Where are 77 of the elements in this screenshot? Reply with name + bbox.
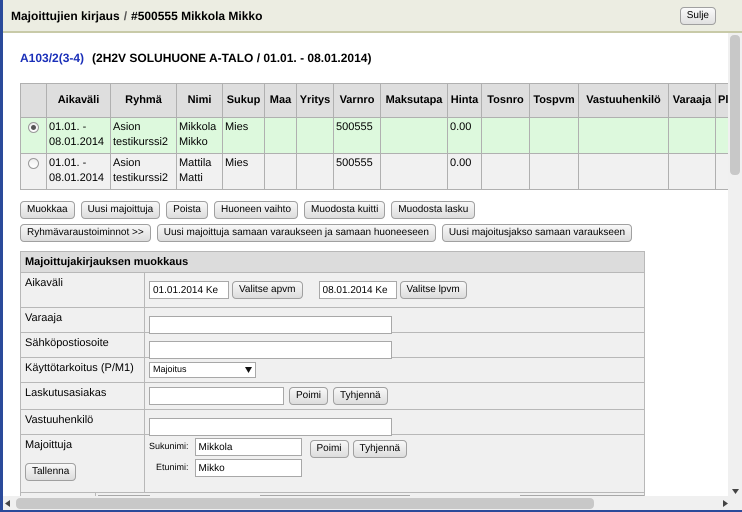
- scrollbar-thumb[interactable]: [16, 498, 594, 508]
- room-link[interactable]: A103/2(3-4): [20, 49, 84, 67]
- column-header: Vastuuhenkilö: [586, 94, 661, 106]
- scroll-down-icon[interactable]: [732, 489, 738, 494]
- column-header: Pl: [718, 94, 728, 106]
- form-button[interactable]: Poimi: [310, 440, 349, 458]
- window-subtitle: #500555 Mikkola Mikko: [131, 8, 262, 24]
- table-cell: 500555: [336, 157, 373, 169]
- input-field[interactable]: 01.01.2014 Ke: [149, 281, 229, 299]
- input-field[interactable]: 08.01.2014 Ke: [318, 281, 397, 299]
- field-label: Käyttötarkoitus (P/M1): [25, 361, 135, 376]
- form-button[interactable]: Tyhjennä: [333, 387, 388, 405]
- column-header: Sukup: [226, 94, 260, 106]
- horizontal-scrollbar[interactable]: [3, 496, 742, 512]
- field-label: Majoittuja: [25, 438, 74, 453]
- table-cell: 500555: [336, 121, 373, 133]
- form-button[interactable]: Uusi majoitusjakso samaan varaukseen: [442, 224, 632, 242]
- radio-button[interactable]: [28, 158, 39, 169]
- column-header: Hinta: [450, 94, 478, 106]
- field-label: Varaaja: [25, 311, 64, 326]
- table-cell: 01.01. - 08.01.2014: [49, 121, 104, 148]
- scroll-right-icon[interactable]: [723, 500, 728, 506]
- field-label: Sähköpostiosoite: [25, 336, 110, 351]
- table-cell: Mies: [225, 157, 248, 169]
- form-button[interactable]: Valitse lpvm: [400, 281, 467, 299]
- form-button[interactable]: Ryhmävaraustoiminnot >>: [20, 224, 151, 242]
- field-label: Laskutusasiakas: [25, 386, 108, 401]
- column-header: Tospvm: [533, 94, 575, 106]
- form-button[interactable]: Tallenna: [25, 463, 76, 481]
- vertical-scrollbar[interactable]: [728, 33, 742, 496]
- input-field[interactable]: [149, 340, 392, 358]
- table-cell: Mattila Matti: [179, 157, 212, 184]
- form-button[interactable]: Huoneen vaihto: [214, 201, 298, 219]
- form-button[interactable]: Poista: [166, 201, 208, 219]
- title-separator: /: [124, 8, 128, 24]
- form-button[interactable]: Uusi majoittuja samaan varaukseen ja samaan huoneeseen: [156, 224, 436, 242]
- select-field[interactable]: Majoitus: [149, 362, 256, 378]
- field-label: Vastuuhenkilö: [25, 413, 94, 428]
- room-description: (2H2V SOLUHUONE A-TALO / 01.01. - 08.01.2014): [92, 50, 372, 67]
- table-cell: Mikkola Mikko: [179, 121, 216, 148]
- table-cell: Asion testikurssi2: [113, 157, 168, 184]
- column-header: Varnro: [340, 94, 374, 106]
- column-header: Yritys: [300, 94, 330, 106]
- panel-title: Majoittujakirjauksen muokkaus: [21, 252, 644, 272]
- column-header: Maksutapa: [386, 94, 442, 106]
- column-header: Ryhmä: [125, 94, 162, 106]
- input-field[interactable]: [149, 316, 392, 334]
- scrollbar-thumb[interactable]: [730, 35, 740, 175]
- table-cell: Mies: [225, 121, 248, 133]
- column-header: Maa: [270, 94, 292, 106]
- column-header: Nimi: [188, 94, 212, 106]
- form-button[interactable]: Muodosta lasku: [391, 201, 476, 219]
- dropdown-arrow-icon: [245, 367, 252, 373]
- table-cell: Asion testikurssi2: [113, 121, 168, 148]
- radio-button[interactable]: [28, 122, 39, 133]
- table-cell: 0.00: [450, 157, 472, 169]
- window-title: Majoittujien kirjaus: [11, 8, 120, 24]
- input-field[interactable]: Mikko: [194, 459, 302, 477]
- input-field[interactable]: [149, 418, 392, 436]
- input-field[interactable]: Mikkola: [194, 438, 302, 456]
- table-cell: 01.01. - 08.01.2014: [49, 157, 104, 184]
- form-button[interactable]: Poimi: [289, 387, 328, 405]
- input-field[interactable]: [149, 387, 284, 405]
- column-header: Tosnro: [487, 94, 524, 106]
- table-cell: 0.00: [450, 121, 472, 133]
- field-label: Sukunimi:: [149, 440, 189, 454]
- column-header: Aikaväli: [58, 94, 100, 106]
- close-button[interactable]: Sulje: [680, 6, 716, 24]
- form-button[interactable]: Uusi majoittuja: [80, 201, 160, 219]
- scroll-left-icon[interactable]: [5, 500, 10, 506]
- column-header: Varaaja: [672, 94, 712, 106]
- form-button[interactable]: Tyhjennä: [352, 440, 408, 458]
- field-label: Aikaväli: [25, 276, 64, 291]
- form-button[interactable]: Muodosta kuitti: [304, 201, 386, 219]
- form-button[interactable]: Valitse apvm: [232, 281, 303, 299]
- field-label: Etunimi:: [155, 461, 189, 474]
- form-button[interactable]: Muokkaa: [20, 201, 75, 219]
